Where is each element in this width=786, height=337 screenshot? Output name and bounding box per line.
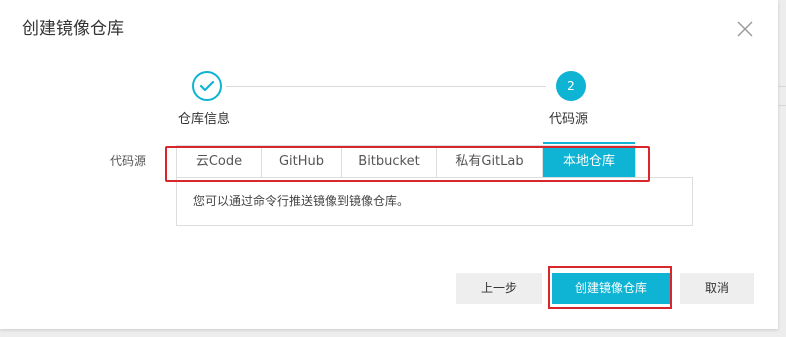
source-field-label: 代码源 [110, 154, 147, 168]
step-2-underline [543, 142, 635, 144]
tab-panel: 您可以通过命令行推送镜像到镜像仓库。 [176, 177, 693, 226]
step-2-label: 代码源 [549, 112, 589, 127]
create-button-highlight-box [548, 266, 672, 309]
panel-hint-text: 您可以通过命令行推送镜像到镜像仓库。 [193, 194, 410, 208]
step-1-circle [192, 71, 222, 101]
backdrop-line [778, 86, 786, 87]
close-icon[interactable] [735, 19, 755, 39]
step-2-number: 2 [567, 79, 575, 93]
dialog-title: 创建镜像仓库 [22, 19, 124, 39]
step-connector [226, 86, 546, 87]
backdrop-line [778, 105, 786, 106]
step-1-label: 仓库信息 [178, 112, 231, 127]
tabs-highlight-box [165, 146, 650, 182]
create-repo-dialog: 创建镜像仓库 2 仓库信息 代码源 代码源 云Code GitHub Bitbu… [0, 0, 778, 329]
cancel-button[interactable]: 取消 [680, 273, 754, 304]
check-icon [199, 80, 215, 92]
prev-step-button[interactable]: 上一步 [456, 273, 542, 304]
step-2-circle: 2 [556, 71, 586, 101]
